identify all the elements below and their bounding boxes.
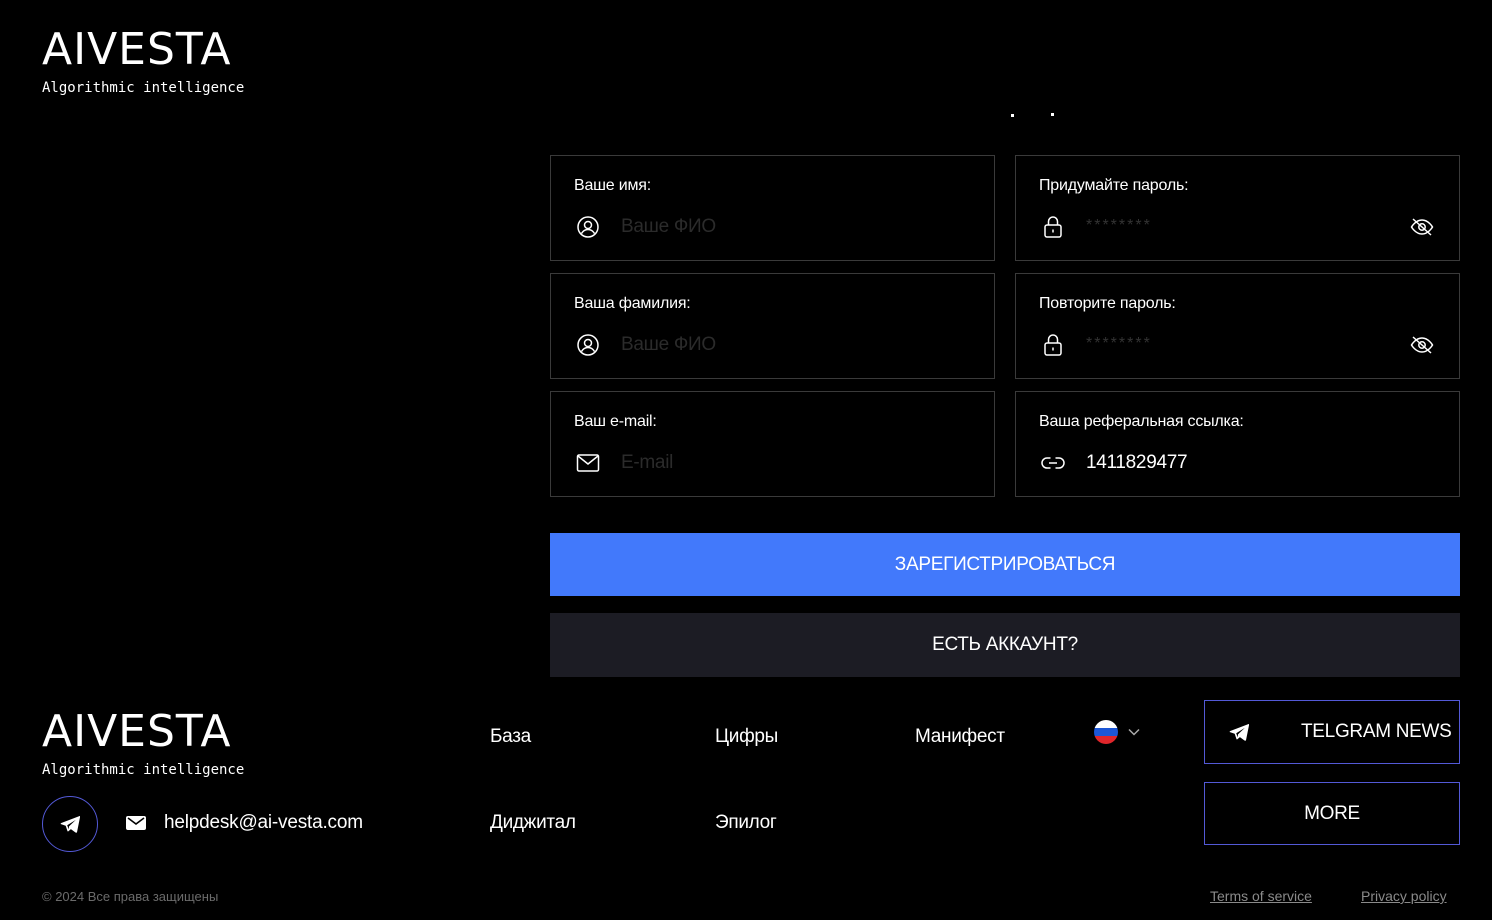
last-name-label: Ваша фамилия: (574, 295, 691, 312)
envelope-icon (126, 815, 146, 831)
password-field[interactable]: Придумайте пароль: ******** (1015, 155, 1460, 261)
lock-icon (1040, 214, 1066, 240)
copyright-text: © 2024 Все права защищены (42, 889, 219, 904)
nav-link-numbers[interactable]: Цифры (715, 726, 778, 748)
password-repeat-input[interactable]: ******** (1086, 334, 1152, 360)
logo-title: AIVESTA (42, 24, 232, 75)
footer-logo-subtitle: Algorithmic intelligence (42, 762, 245, 778)
language-selector[interactable] (1094, 720, 1140, 744)
first-name-input[interactable]: Ваше ФИО (621, 214, 716, 240)
nav-link-manifest[interactable]: Манифест (915, 726, 1005, 748)
footer-logo-title: AIVESTA (42, 706, 232, 757)
register-button[interactable]: ЗАРЕГИСТРИРОВАТЬСЯ (550, 533, 1460, 596)
eye-off-icon[interactable] (1409, 214, 1435, 240)
telegram-icon (60, 815, 80, 833)
helpdesk-email-link[interactable]: helpdesk@ai-vesta.com (126, 812, 363, 834)
email-label: Ваш e-mail: (574, 413, 657, 430)
privacy-link[interactable]: Privacy policy (1361, 888, 1447, 904)
first-name-label: Ваше имя: (574, 177, 651, 194)
chevron-down-icon (1128, 723, 1140, 741)
telegram-news-button[interactable]: TELGRAM NEWS (1204, 700, 1460, 764)
last-name-field[interactable]: Ваша фамилия: Ваше ФИО (550, 273, 995, 379)
user-circle-icon (575, 332, 601, 358)
footer-logo[interactable]: AIVESTA Algorithmic intelligence (42, 706, 245, 779)
nav-link-epilogue[interactable]: Эпилог (715, 812, 777, 834)
telegram-news-label: TELGRAM NEWS (1301, 721, 1452, 742)
terms-link[interactable]: Terms of service (1210, 888, 1312, 904)
email-field[interactable]: Ваш e-mail: E-mail (550, 391, 995, 497)
referral-label: Ваша реферальная ссылка: (1039, 413, 1244, 430)
password-label: Придумайте пароль: (1039, 177, 1189, 194)
referral-field[interactable]: Ваша реферальная ссылка: 1411829477 (1015, 391, 1460, 497)
password-repeat-field[interactable]: Повторите пароль: ******** (1015, 273, 1460, 379)
nav-link-digital[interactable]: Диджитал (490, 812, 576, 834)
have-account-button[interactable]: ЕСТЬ АККАУНТ? (550, 613, 1460, 677)
header-logo[interactable]: AIVESTA Algorithmic intelligence (42, 24, 245, 97)
telegram-round-button[interactable] (42, 796, 98, 852)
nav-link-base[interactable]: База (490, 726, 531, 748)
user-circle-icon (575, 214, 601, 240)
eye-off-icon[interactable] (1409, 332, 1435, 358)
telegram-icon (1229, 723, 1249, 741)
password-input[interactable]: ******** (1086, 216, 1152, 242)
helpdesk-email-text: helpdesk@ai-vesta.com (164, 812, 363, 833)
russia-flag-icon (1094, 720, 1118, 744)
email-input[interactable]: E-mail (621, 450, 673, 476)
link-icon (1040, 450, 1066, 476)
envelope-icon (575, 450, 601, 476)
referral-input[interactable]: 1411829477 (1086, 450, 1188, 476)
decor-dot (1011, 114, 1014, 117)
more-button[interactable]: MORE (1204, 782, 1460, 845)
password-repeat-label: Повторите пароль: (1039, 295, 1176, 312)
logo-subtitle: Algorithmic intelligence (42, 80, 245, 96)
last-name-input[interactable]: Ваше ФИО (621, 332, 716, 358)
decor-dot (1051, 113, 1054, 116)
lock-icon (1040, 332, 1066, 358)
first-name-field[interactable]: Ваше имя: Ваше ФИО (550, 155, 995, 261)
